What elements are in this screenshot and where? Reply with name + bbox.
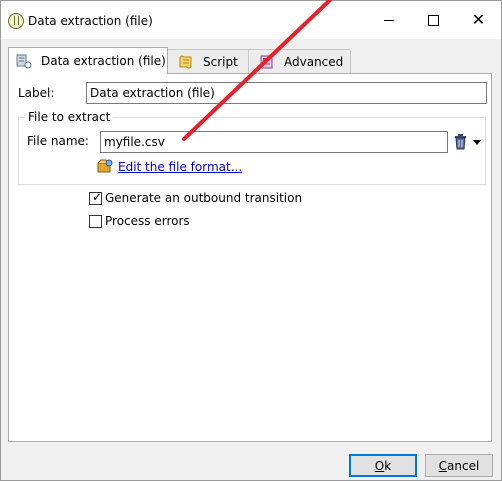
advanced-icon [259,54,275,70]
cancel-label: ancel [447,458,480,473]
generate-outbound-label[interactable]: Generate an outbound transition [105,191,302,205]
process-errors-label[interactable]: Process errors [105,214,190,228]
generate-outbound-checkbox[interactable]: ✓ [89,190,103,205]
tab-script[interactable]: Script [167,49,249,73]
minimize-icon [383,19,394,21]
check-icon: ✓ [92,190,103,204]
file-picker-button[interactable] [452,133,484,151]
tab-advanced[interactable]: Advanced [248,49,351,73]
tab-label: Data extraction (file) [41,54,166,68]
tab-label: Script [203,54,238,69]
tab-label: Advanced [284,54,344,69]
minimize-button[interactable] [366,1,411,39]
maximize-button[interactable] [411,1,456,39]
cancel-button[interactable]: Cancel [425,454,493,477]
close-icon: ✕ [471,10,486,29]
group-title: File to extract [25,110,114,124]
script-icon [178,54,194,70]
ok-label: k [384,458,392,473]
file-name-caption: File name: [27,134,89,148]
file-name-input[interactable]: myfile.csv [100,131,448,153]
maximize-icon [428,14,439,26]
title-bar[interactable]: Data extraction (file) ✕ [1,1,501,39]
chevron-down-icon [473,140,481,145]
ok-button[interactable]: Ok [349,454,417,477]
tab-data-extraction[interactable]: Data extraction (file) [8,47,168,74]
tab-panel: Label: Data extraction (file) File to ex… [8,73,492,442]
process-errors-checkbox[interactable] [89,215,102,228]
app-icon [8,13,24,29]
window-title: Data extraction (file) [28,14,153,28]
label-input[interactable]: Data extraction (file) [86,82,487,104]
file-format-icon [97,159,113,173]
cancel-mnemonic: C [438,458,448,473]
edit-file-format-link[interactable]: Edit the file format... [118,160,242,174]
close-button[interactable]: ✕ [456,1,501,39]
label-caption: Label: [18,86,55,100]
dialog-window: Data extraction (file) ✕ Data extraction… [0,0,502,481]
data-extraction-icon [16,53,32,69]
file-to-extract-group: File to extract File name: myfile.csv Ed… [18,110,486,185]
ok-mnemonic: O [374,458,385,473]
